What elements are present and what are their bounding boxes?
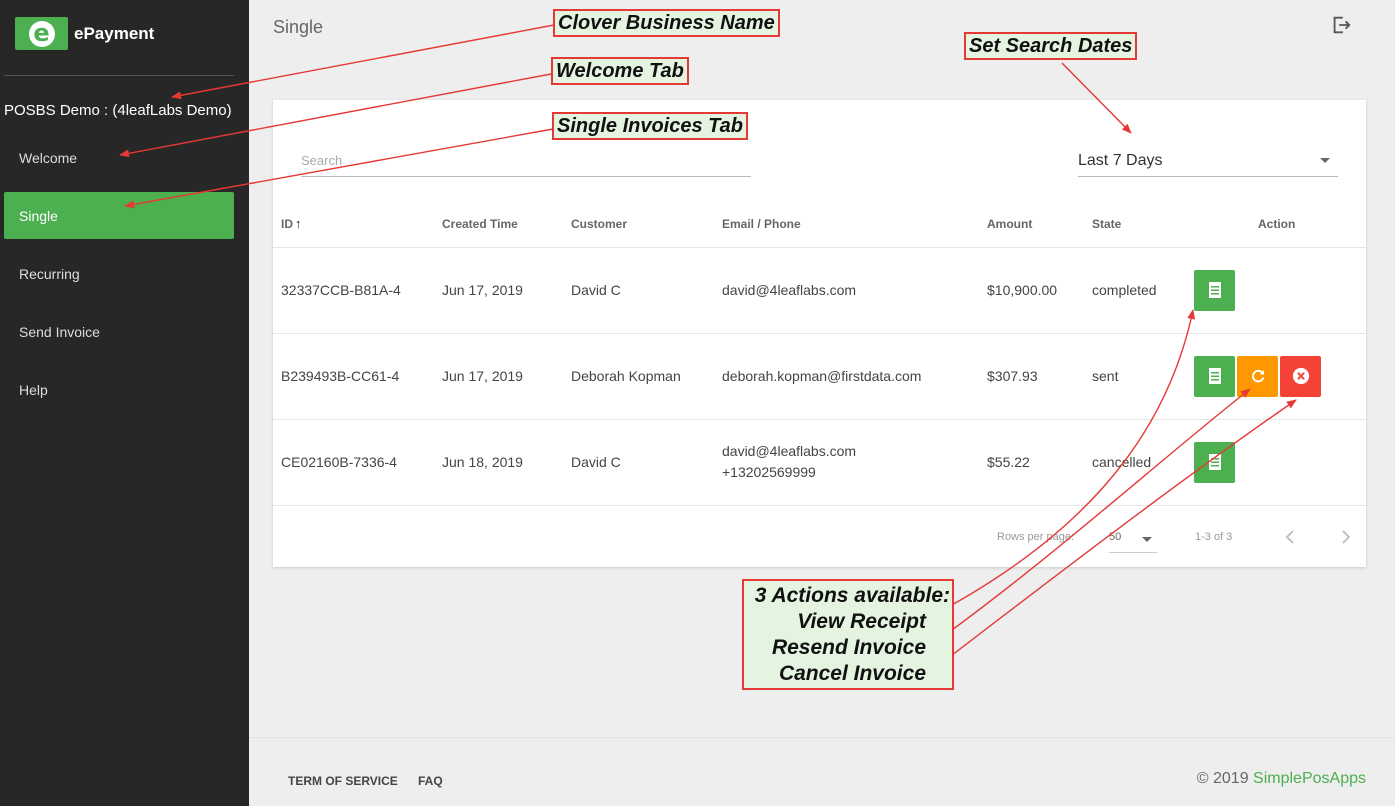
cell-created: Jun 18, 2019	[442, 419, 571, 506]
cancel-circle-icon	[1292, 367, 1309, 385]
email-text: david@4leaflabs.com	[722, 281, 857, 298]
sidebar-item-send-invoice[interactable]: Send Invoice	[4, 308, 234, 355]
footer: TERM OF SERVICE FAQ © 2019 SimplePosApps	[249, 737, 1395, 806]
rows-per-page-value: 50	[1109, 531, 1122, 543]
cell-email: deborah.kopman@firstdata.com	[722, 333, 987, 420]
copyright-text: © 2019	[1196, 770, 1254, 787]
cell-id: B239493B-CC61-4	[273, 333, 442, 420]
cell-state: completed	[1092, 247, 1194, 334]
company-link[interactable]: SimplePosApps	[1253, 770, 1366, 787]
chevron-right-icon[interactable]	[1339, 528, 1353, 549]
column-header-created[interactable]: Created Time	[442, 201, 571, 248]
cancel-invoice-button[interactable]	[1280, 355, 1321, 397]
cell-customer: David C	[571, 247, 722, 334]
column-header-action: Action	[1194, 201, 1366, 248]
brand[interactable]: e ePayment	[15, 17, 154, 50]
callout-actions: 3 Actions available: View Receipt Resend…	[742, 579, 954, 690]
sidebar-item-single[interactable]: Single	[4, 192, 234, 239]
callout-single-tab: Single Invoices Tab	[552, 112, 748, 140]
callout-actions-title: 3 Actions available:	[754, 584, 950, 607]
resend-invoice-button[interactable]	[1237, 355, 1278, 397]
faq-link[interactable]: FAQ	[418, 774, 443, 788]
view-receipt-button[interactable]	[1194, 355, 1235, 397]
column-header-id[interactable]: ID ↑	[273, 201, 442, 248]
table-row: CE02160B-7336-4 Jun 18, 2019 David C dav…	[273, 419, 1366, 506]
callout-business-name: Clover Business Name	[553, 9, 780, 37]
search-input[interactable]	[301, 145, 751, 177]
page-title: Single	[273, 17, 324, 37]
cell-email: david@4leaflabs.com +13202569999	[722, 419, 987, 506]
callout-search-dates: Set Search Dates	[964, 32, 1138, 60]
sort-arrow-icon: ↑	[295, 216, 302, 232]
column-header-amount[interactable]: Amount	[987, 201, 1092, 248]
email-text: deborah.kopman@firstdata.com	[722, 367, 922, 384]
table-row: 32337CCB-B81A-4 Jun 17, 2019 David C dav…	[273, 247, 1366, 334]
column-header-state[interactable]: State	[1092, 201, 1194, 248]
table-header-row: ID ↑ Created Time Customer Email / Phone …	[273, 201, 1366, 248]
cell-actions	[1194, 333, 1366, 420]
caret-down-icon	[1320, 158, 1330, 163]
cell-state: cancelled	[1092, 419, 1194, 506]
business-name: POSBS Demo : (4leafLabs Demo)	[4, 102, 232, 119]
sidebar-item-recurring[interactable]: Recurring	[4, 250, 234, 297]
cell-created: Jun 17, 2019	[442, 247, 571, 334]
invoices-card: Last 7 Days ID↑ Created Time Customer Em…	[273, 100, 1366, 567]
rows-per-page-select[interactable]: 50	[1109, 526, 1157, 553]
refresh-icon	[1251, 369, 1264, 383]
cell-id: CE02160B-7336-4	[273, 419, 442, 506]
column-header-customer[interactable]: Customer	[571, 201, 722, 248]
sidebar: e ePayment POSBS Demo : (4leafLabs Demo)…	[0, 0, 249, 806]
sidebar-item-welcome[interactable]: Welcome	[4, 134, 234, 181]
callout-welcome-tab: Welcome Tab	[551, 57, 689, 85]
cell-id: 32337CCB-B81A-4	[273, 247, 442, 334]
cell-amount: $55.22	[987, 419, 1092, 506]
caret-down-icon	[1142, 537, 1152, 542]
receipt-icon	[1208, 282, 1221, 298]
sidebar-divider	[4, 75, 234, 76]
table-row: B239493B-CC61-4 Jun 17, 2019 Deborah Kop…	[273, 333, 1366, 420]
cell-actions	[1194, 247, 1366, 334]
app-name: ePayment	[74, 23, 155, 43]
sidebar-item-help[interactable]: Help	[4, 366, 234, 413]
copyright: © 2019 SimplePosApps	[1197, 770, 1366, 788]
column-header-email[interactable]: Email / Phone	[722, 201, 987, 248]
chevron-left-icon[interactable]	[1283, 528, 1297, 549]
cell-state: sent	[1092, 333, 1194, 420]
column-label-id: ID	[281, 217, 293, 232]
invoices-table: ID ↑ Created Time Customer Email / Phone …	[273, 201, 1366, 506]
pagination: Rows per page: 50 1-3 of 3	[273, 520, 1366, 567]
cell-amount: $307.93	[987, 333, 1092, 420]
phone-text: +13202569999	[722, 464, 816, 480]
date-range-select[interactable]: Last 7 Days	[1078, 145, 1338, 177]
email-text: david@4leaflabs.com	[722, 443, 857, 459]
callout-cancel-invoice: Cancel Invoice	[778, 662, 926, 685]
callout-view-receipt: View Receipt	[797, 610, 926, 633]
logo-letter: e	[28, 20, 55, 47]
receipt-icon	[1208, 454, 1221, 470]
rows-per-page-label: Rows per page:	[997, 531, 1075, 543]
cell-customer: David C	[571, 419, 722, 506]
view-receipt-button[interactable]	[1194, 441, 1235, 483]
page-range: 1-3 of 3	[1195, 531, 1233, 543]
terms-link[interactable]: TERM OF SERVICE	[288, 774, 398, 788]
cell-actions	[1194, 419, 1366, 506]
cell-amount: $10,900.00	[987, 247, 1092, 334]
cell-customer: Deborah Kopman	[571, 333, 722, 420]
receipt-icon	[1208, 368, 1221, 384]
date-range-value: Last 7 Days	[1078, 151, 1163, 169]
view-receipt-button[interactable]	[1194, 269, 1235, 311]
cell-email: david@4leaflabs.com	[722, 247, 987, 334]
cell-created: Jun 17, 2019	[442, 333, 571, 420]
logout-icon[interactable]	[1330, 14, 1352, 36]
callout-resend-invoice: Resend Invoice	[771, 636, 926, 659]
app-logo: e	[15, 17, 68, 50]
